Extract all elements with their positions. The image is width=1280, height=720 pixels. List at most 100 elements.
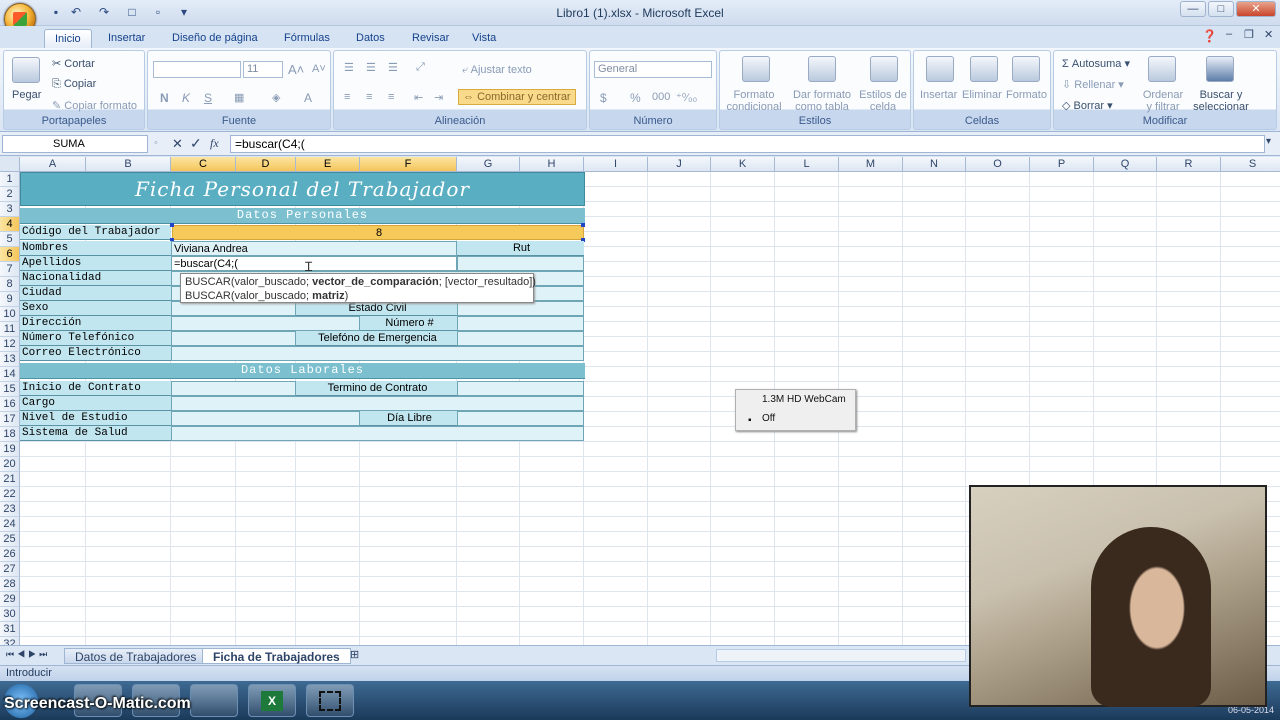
increase-indent-icon[interactable]: ⇥ <box>434 91 443 104</box>
column-header-b[interactable]: B <box>86 157 171 172</box>
row-header-6[interactable]: 6 <box>0 247 20 262</box>
customize-qat-icon[interactable]: ▾ <box>176 4 192 20</box>
horizontal-scrollbar[interactable] <box>716 649 966 662</box>
row-header-19[interactable]: 19 <box>0 442 20 457</box>
value-apellidos-editing[interactable]: =buscar(C4;( <box>171 256 457 271</box>
tooltip-syntax-1[interactable]: BUSCAR(valor_buscado; vector_de_comparac… <box>185 275 536 289</box>
row-header-18[interactable]: 18 <box>0 427 20 442</box>
range-handle-tr[interactable] <box>581 223 585 227</box>
value-sexo[interactable] <box>171 301 296 316</box>
row-header-25[interactable]: 25 <box>0 532 20 547</box>
cut-button[interactable]: ✂ Cortar <box>52 57 95 70</box>
value-emergencia[interactable] <box>457 331 584 346</box>
row-header-26[interactable]: 26 <box>0 547 20 562</box>
align-center-icon[interactable]: ≡ <box>366 91 372 103</box>
font-name-box[interactable] <box>153 61 241 78</box>
minimize-button[interactable]: — <box>1180 1 1206 17</box>
webcam-popup[interactable]: 1.3M HD WebCam ▪ Off <box>735 389 856 431</box>
column-header-c[interactable]: C <box>171 157 236 172</box>
maximize-button[interactable]: □ <box>1208 1 1234 17</box>
bold-button[interactable]: N <box>160 91 169 105</box>
range-handle-tl[interactable] <box>170 223 174 227</box>
fill-button[interactable]: ⇩ Rellenar ▾ <box>1062 78 1124 91</box>
value-direccion[interactable] <box>171 316 360 331</box>
row-header-20[interactable]: 20 <box>0 457 20 472</box>
row-header-28[interactable]: 28 <box>0 577 20 592</box>
value-dia-libre[interactable] <box>457 411 584 426</box>
name-box[interactable]: SUMA <box>2 135 148 153</box>
italic-button[interactable]: K <box>182 91 190 105</box>
cancel-entry-button[interactable]: ✕ <box>172 136 183 152</box>
row-header-2[interactable]: 2 <box>0 187 20 202</box>
value-rut[interactable] <box>457 256 584 271</box>
tab-inicio[interactable]: Inicio <box>44 29 92 48</box>
borders-icon[interactable]: ▦ <box>234 91 244 104</box>
column-header-n[interactable]: N <box>903 157 966 172</box>
format-painter-button[interactable]: ✎ Copiar formato <box>52 99 137 112</box>
value-cargo[interactable] <box>171 396 584 411</box>
align-top-icon[interactable]: ☰ <box>344 61 354 74</box>
column-header-g[interactable]: G <box>457 157 520 172</box>
align-middle-icon[interactable]: ☰ <box>366 61 376 74</box>
row-header-9[interactable]: 9 <box>0 292 20 307</box>
webcam-state[interactable]: Off <box>762 413 775 424</box>
value-telefono[interactable] <box>171 331 296 346</box>
paste-button[interactable]: Pegar <box>12 89 41 101</box>
percent-button[interactable]: % <box>630 91 641 105</box>
font-size-box[interactable]: 11 <box>243 61 283 78</box>
column-header-s[interactable]: S <box>1221 157 1280 172</box>
close-button[interactable]: ✕ <box>1236 1 1276 17</box>
value-estudio[interactable] <box>171 411 360 426</box>
column-header-o[interactable]: O <box>966 157 1030 172</box>
tab-datos[interactable]: Datos <box>346 29 395 48</box>
row-header-23[interactable]: 23 <box>0 502 20 517</box>
column-header-d[interactable]: D <box>236 157 296 172</box>
sheet-tab-ficha[interactable]: Ficha de Trabajadores <box>202 648 351 664</box>
column-header-j[interactable]: J <box>648 157 711 172</box>
value-numero[interactable] <box>457 316 584 331</box>
orientation-icon[interactable]: ⤢ <box>416 61 425 74</box>
tab-insertar[interactable]: Insertar <box>98 29 155 48</box>
font-color-icon[interactable]: A <box>304 91 312 105</box>
row-header-24[interactable]: 24 <box>0 517 20 532</box>
doc-close-icon[interactable]: ✕ <box>1264 28 1273 41</box>
row-header-5[interactable]: 5 <box>0 232 20 247</box>
value-nombres[interactable]: Viviana Andrea <box>171 241 457 256</box>
value-estado-civil[interactable] <box>457 301 584 316</box>
value-salud[interactable] <box>171 426 584 441</box>
grow-font-icon[interactable]: A˄ <box>288 62 304 77</box>
taskbar-explorer[interactable] <box>190 684 238 717</box>
value-termino[interactable] <box>457 381 584 396</box>
row-header-7[interactable]: 7 <box>0 262 20 277</box>
expand-formula-icon[interactable]: ▾ <box>1266 136 1271 147</box>
row-header-32[interactable]: 32 <box>0 637 20 645</box>
conditional-format-button[interactable]: Formato condicional <box>722 89 786 113</box>
column-header-f[interactable]: F <box>360 157 457 172</box>
row-header-8[interactable]: 8 <box>0 277 20 292</box>
formula-input[interactable]: =buscar(C4;( <box>230 135 1265 153</box>
tab-revisar[interactable]: Revisar <box>402 29 459 48</box>
decimal-icon[interactable]: ⁺⁰⁄₀₀ <box>676 91 697 104</box>
redo-icon[interactable]: ↷ <box>96 4 112 20</box>
confirm-entry-button[interactable]: ✓ <box>190 135 202 152</box>
decrease-indent-icon[interactable]: ⇤ <box>414 91 423 104</box>
value-inicio[interactable] <box>171 381 296 396</box>
insert-function-button[interactable]: fx <box>210 136 219 151</box>
fill-color-icon[interactable]: ◈ <box>272 91 280 104</box>
clear-button[interactable]: ◇ Borrar ▾ <box>1062 99 1113 112</box>
formula-bar-resize-icon[interactable]: ◦ <box>154 137 158 149</box>
number-format-box[interactable]: General <box>594 61 712 78</box>
wrap-text-button[interactable]: ⤶ Ajustar texto <box>462 64 532 77</box>
align-right-icon[interactable]: ≡ <box>388 91 394 103</box>
save-icon[interactable]: ▪ <box>48 4 64 20</box>
tab-vista[interactable]: Vista <box>462 29 506 48</box>
thousands-button[interactable]: 000 <box>652 91 670 103</box>
row-header-14[interactable]: 14 <box>0 367 20 382</box>
function-tooltip[interactable]: BUSCAR(valor_buscado; vector_de_comparac… <box>180 273 536 303</box>
row-header-15[interactable]: 15 <box>0 382 20 397</box>
row-header-16[interactable]: 16 <box>0 397 20 412</box>
row-header-17[interactable]: 17 <box>0 412 20 427</box>
find-select-button[interactable]: Buscar y seleccionar <box>1188 89 1254 113</box>
row-header-3[interactable]: 3 <box>0 202 20 217</box>
row-header-11[interactable]: 11 <box>0 322 20 337</box>
